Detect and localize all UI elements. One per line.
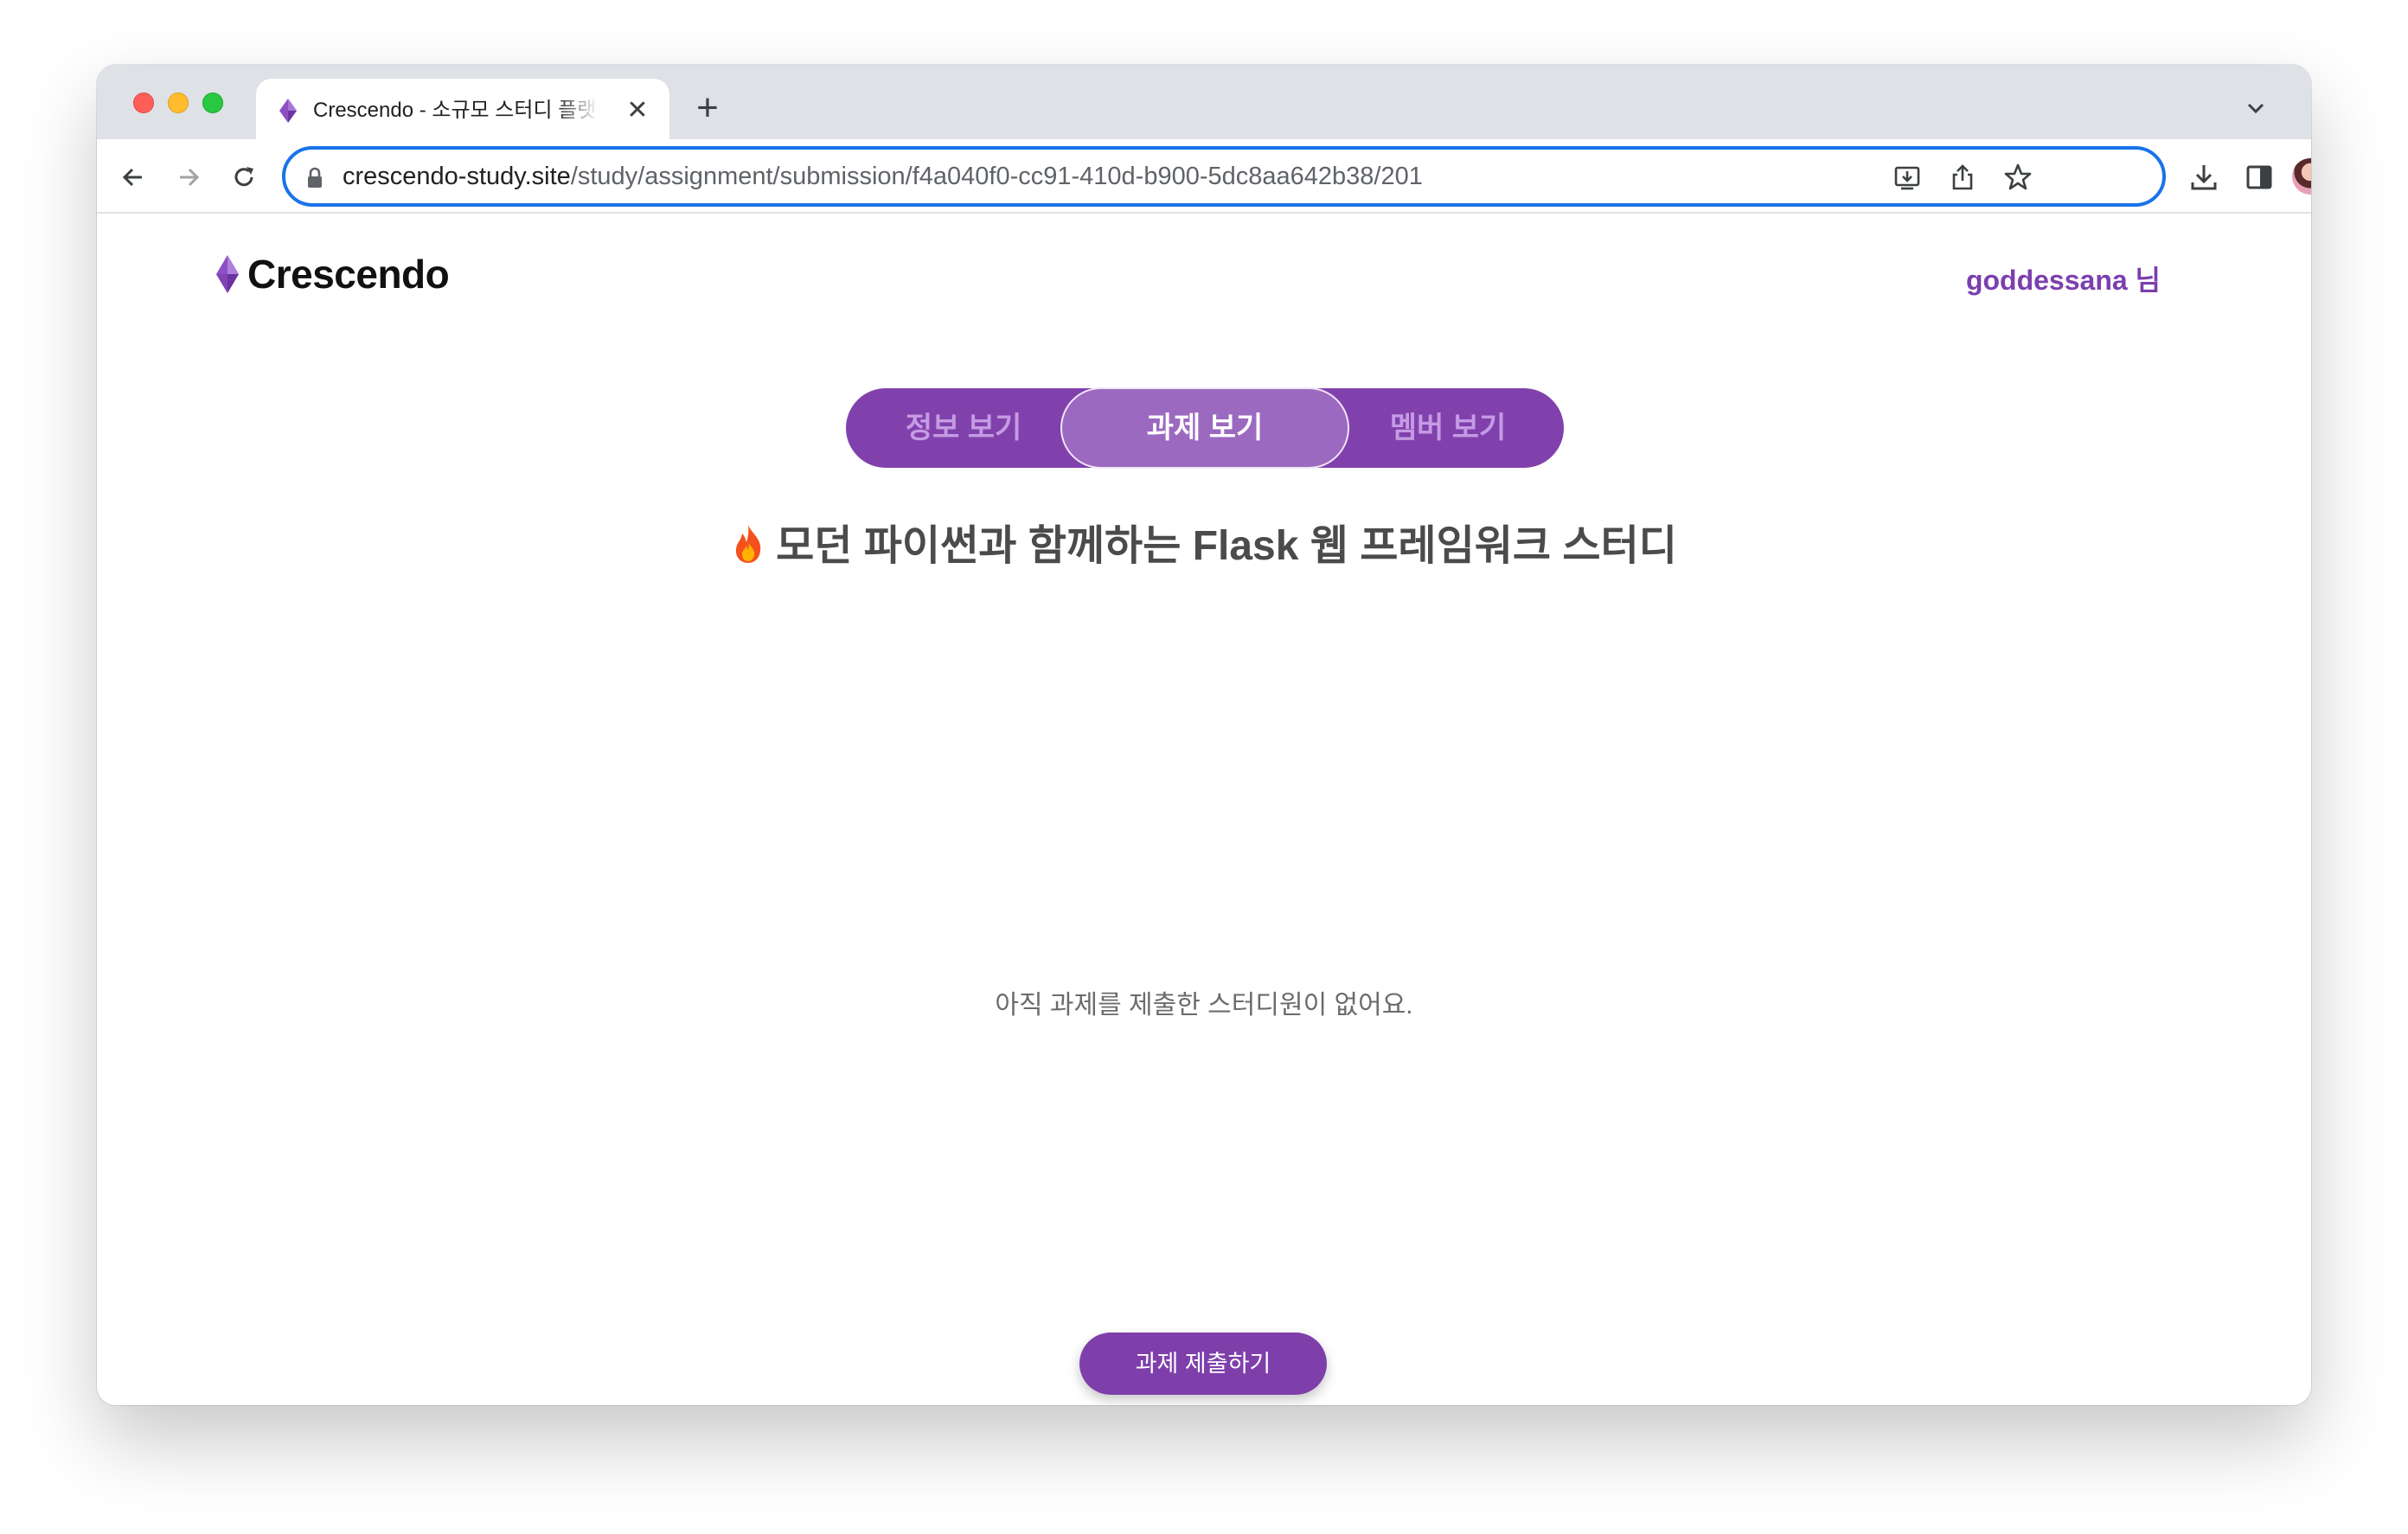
- maximize-window-button[interactable]: [202, 93, 223, 113]
- tab-close-button[interactable]: ✕: [623, 96, 652, 125]
- side-panel-icon[interactable]: [2244, 162, 2275, 193]
- tab-member[interactable]: 멤버 보기: [1348, 388, 1548, 468]
- arrow-right-icon[interactable]: [173, 162, 204, 193]
- fire-icon: [735, 525, 761, 563]
- url-path: /study/assignment/submission/f4a040f0-cc…: [570, 163, 1423, 190]
- install-icon[interactable]: [1892, 163, 1922, 192]
- diamond-logo-icon: [216, 255, 239, 293]
- tab-info[interactable]: 정보 보기: [863, 388, 1064, 468]
- study-title-text: 모던 파이썬과 함께하는 Flask 웹 프레임워크 스터디: [776, 523, 1677, 569]
- chevron-down-icon[interactable]: [2242, 94, 2270, 122]
- new-tab-button[interactable]: +: [690, 89, 725, 127]
- lock-icon[interactable]: [304, 166, 325, 190]
- browser-tab[interactable]: Crescendo - 소규모 스터디 플랫폼 ✕: [256, 79, 669, 141]
- browser-toolbar: crescendo-study.site/study/assignment/su…: [97, 139, 2311, 214]
- download-icon[interactable]: [2188, 162, 2219, 193]
- minimize-window-button[interactable]: [168, 93, 189, 113]
- arrow-left-icon[interactable]: [118, 162, 149, 193]
- tab-assignment[interactable]: 과제 보기: [1060, 387, 1349, 469]
- study-tabs: 정보 보기 멤버 보기 과제 보기: [846, 387, 1564, 469]
- close-window-button[interactable]: [133, 93, 154, 113]
- reload-icon[interactable]: [228, 162, 259, 193]
- star-icon[interactable]: [2003, 163, 2033, 192]
- page-content: Crescendo goddessana 님 정보 보기 멤버 보기 과제 보기…: [97, 214, 2311, 1405]
- url-host: crescendo-study.site: [343, 163, 571, 190]
- share-icon[interactable]: [1948, 163, 1977, 192]
- tab-title: Crescendo - 소규모 스터디 플랫폼: [313, 99, 599, 122]
- submit-assignment-button[interactable]: 과제 제출하기: [1079, 1333, 1327, 1395]
- browser-window: Crescendo - 소규모 스터디 플랫폼 ✕ + crescendo-st…: [97, 65, 2311, 1405]
- site-logo[interactable]: Crescendo: [215, 252, 450, 297]
- logo-text: Crescendo: [247, 252, 450, 297]
- url-text[interactable]: crescendo-study.site/study/assignment/su…: [343, 150, 1423, 203]
- empty-state-message: 아직 과제를 제출한 스터디원이 없어요.: [995, 991, 1413, 1019]
- diamond-favicon-icon: [279, 99, 297, 123]
- profile-avatar[interactable]: [2292, 158, 2311, 195]
- tab-strip: Crescendo - 소규모 스터디 플랫폼 ✕ +: [97, 65, 2311, 141]
- screenshot-stage: Crescendo - 소규모 스터디 플랫폼 ✕ + crescendo-st…: [0, 0, 2408, 1534]
- user-name[interactable]: goddessana 님: [1966, 259, 2161, 298]
- study-title: 모던 파이썬과 함께하는 Flask 웹 프레임워크 스터디: [97, 511, 2311, 572]
- address-bar[interactable]: crescendo-study.site/study/assignment/su…: [282, 146, 2166, 207]
